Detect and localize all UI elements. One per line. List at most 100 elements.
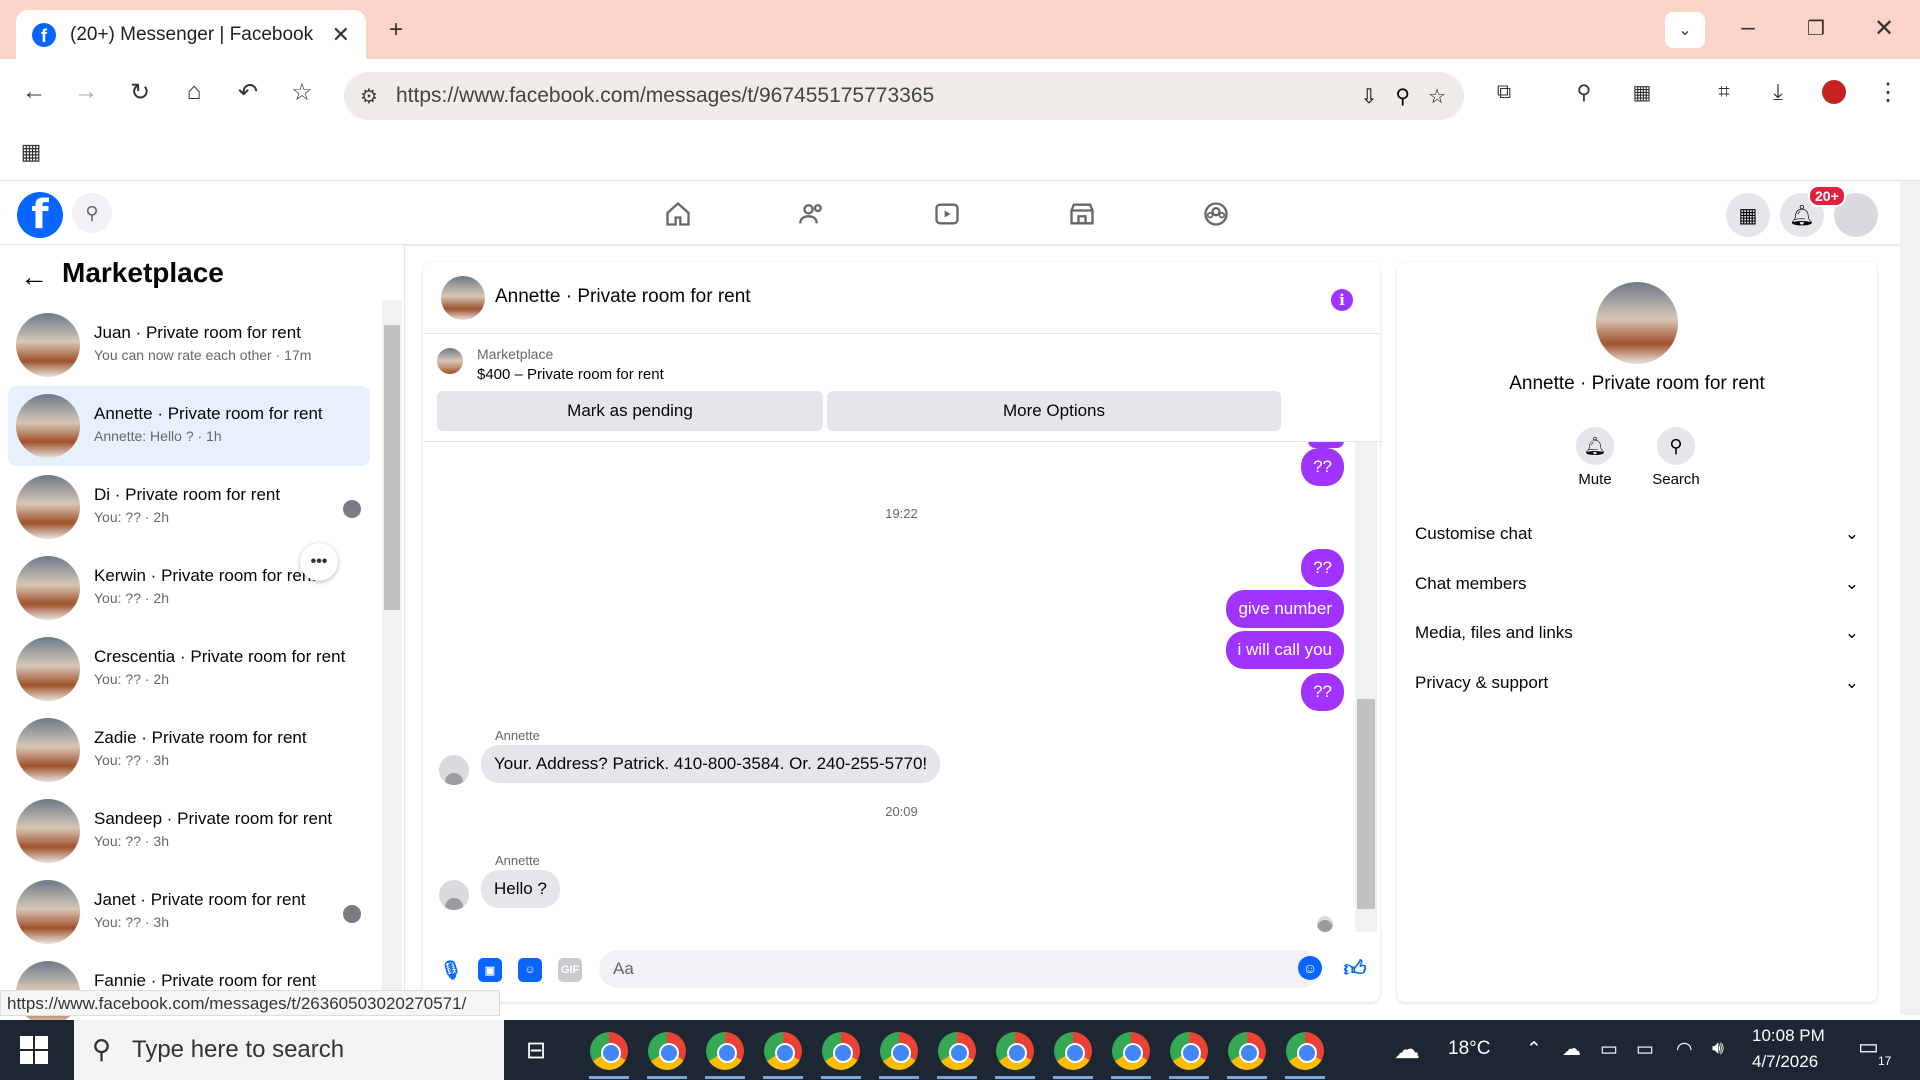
clock-date[interactable]: 4/7/2026 bbox=[1752, 1052, 1818, 1072]
emoji-icon[interactable]: ☺ bbox=[1298, 956, 1322, 980]
facebook-logo-icon[interactable]: f bbox=[17, 192, 63, 238]
back-arrow-icon[interactable]: ← bbox=[20, 261, 48, 293]
video-nav-icon[interactable] bbox=[932, 199, 962, 229]
search-icon[interactable]: ⚲ bbox=[1568, 76, 1600, 108]
meet-icon[interactable]: ▭ bbox=[1600, 1038, 1618, 1061]
chrome-taskbar-icon[interactable] bbox=[1054, 1032, 1092, 1070]
chrome-taskbar-icon[interactable] bbox=[764, 1032, 802, 1070]
gif-icon[interactable]: GIF bbox=[558, 958, 582, 982]
info-icon[interactable]: i bbox=[1331, 289, 1353, 311]
task-view-icon[interactable]: ⊟ bbox=[526, 1036, 546, 1065]
chrome-taskbar-icon[interactable] bbox=[706, 1032, 744, 1070]
chrome-taskbar-icon[interactable] bbox=[1286, 1032, 1324, 1070]
chat-members-row[interactable]: Chat members ⌄ bbox=[1415, 564, 1859, 604]
site-info-icon[interactable]: ⚙ bbox=[360, 84, 378, 109]
taskbar-search[interactable]: ⚲ Type here to search bbox=[74, 1020, 504, 1080]
chat-title[interactable]: Annette · Private room for rent bbox=[495, 286, 751, 308]
apps-grid-icon[interactable]: ▦ bbox=[16, 137, 46, 167]
message-bubble-incoming[interactable]: Your. Address? Patrick. 410-800-3584. Or… bbox=[481, 745, 941, 783]
message-input[interactable]: Aa bbox=[599, 950, 1321, 988]
profile-icon[interactable] bbox=[1818, 76, 1850, 108]
listing-title[interactable]: $400 – Private room for rent bbox=[477, 366, 664, 383]
bookmark-icon[interactable]: ☆ bbox=[1428, 84, 1446, 109]
photo-icon[interactable]: ▣ bbox=[478, 958, 502, 982]
conversation-item[interactable]: Sandeep · Private room for rent You: ?? ·… bbox=[8, 791, 370, 871]
search-button[interactable]: ⚲ Search bbox=[1636, 427, 1716, 488]
message-bubble-outgoing[interactable]: ?? bbox=[1301, 448, 1344, 486]
extensions-icon[interactable]: ⧉ bbox=[1488, 76, 1520, 108]
message-bubble-outgoing[interactable]: i will call you bbox=[1225, 631, 1344, 669]
sender-avatar[interactable] bbox=[439, 755, 469, 785]
chrome-taskbar-icon[interactable] bbox=[648, 1032, 686, 1070]
reload-icon[interactable]: ↻ bbox=[124, 76, 156, 108]
chrome-taskbar-icon[interactable] bbox=[1228, 1032, 1266, 1070]
listing-thumbnail[interactable] bbox=[437, 348, 463, 374]
chrome-taskbar-icon[interactable] bbox=[1112, 1032, 1150, 1070]
tab-search-icon[interactable]: ⌄ bbox=[1665, 12, 1705, 48]
microphone-icon[interactable]: 🎙︎ bbox=[439, 958, 463, 982]
conversation-item[interactable]: Janet · Private room for rent You: ?? · 3… bbox=[8, 872, 370, 952]
volume-icon[interactable]: 🔊︎ bbox=[1712, 1038, 1724, 1060]
new-tab-icon[interactable]: + bbox=[380, 14, 412, 46]
marketplace-nav-icon[interactable] bbox=[1067, 199, 1097, 229]
bookmark-star-icon[interactable]: ☆ bbox=[286, 76, 318, 108]
more-options-icon[interactable]: ••• bbox=[300, 543, 338, 581]
groups-nav-icon[interactable] bbox=[1201, 199, 1231, 229]
download-icon[interactable]: ⤓ bbox=[1762, 76, 1794, 108]
conversation-item[interactable]: Di · Private room for rent You: ?? · 2h bbox=[8, 467, 370, 547]
conversation-item[interactable]: Juan · Private room for rent You can now … bbox=[8, 305, 370, 385]
zoom-icon[interactable]: ⚲ bbox=[1395, 84, 1410, 109]
notification-center-icon[interactable]: ▭ bbox=[1858, 1034, 1879, 1060]
forward-icon[interactable]: → bbox=[70, 76, 102, 108]
search-icon[interactable]: ⚲ bbox=[72, 193, 112, 233]
install-app-icon[interactable]: ⇩ bbox=[1361, 84, 1378, 109]
sender-avatar[interactable] bbox=[439, 880, 469, 910]
privacy-support-row[interactable]: Privacy & support ⌄ bbox=[1415, 663, 1859, 703]
sticker-icon[interactable]: ☺ bbox=[518, 958, 542, 982]
conversation-item[interactable]: Annette · Private room for rent Annette: … bbox=[8, 386, 370, 466]
mute-button[interactable]: 🔔︎ Mute bbox=[1555, 427, 1635, 488]
conversation-item[interactable]: Zadie · Private room for rent You: ?? · 3… bbox=[8, 710, 370, 790]
undo-icon[interactable]: ↶ bbox=[232, 76, 264, 108]
crop-icon[interactable]: ⌗ bbox=[1708, 76, 1740, 108]
thread-scrollbar-thumb[interactable] bbox=[1357, 699, 1375, 909]
conversation-item[interactable]: Crescentia · Private room for rent You: ?… bbox=[8, 629, 370, 709]
show-hidden-icons[interactable]: ⌃ bbox=[1526, 1038, 1542, 1061]
chrome-taskbar-icon[interactable] bbox=[996, 1032, 1034, 1070]
home-icon[interactable]: ⌂ bbox=[178, 76, 210, 108]
battery-icon[interactable]: ▭ bbox=[1636, 1038, 1654, 1061]
onedrive-icon[interactable]: ☁ bbox=[1562, 1038, 1581, 1061]
minimize-icon[interactable]: – bbox=[1732, 10, 1764, 46]
qr-code-icon[interactable]: ▦ bbox=[1626, 76, 1658, 108]
menu-grid-icon[interactable]: ▦ bbox=[1726, 193, 1770, 237]
restore-icon[interactable]: ❐ bbox=[1800, 10, 1832, 46]
address-bar[interactable]: ⚙ https://www.facebook.com/messages/t/96… bbox=[344, 72, 1464, 120]
wifi-icon[interactable]: ◠ bbox=[1676, 1038, 1693, 1061]
chrome-taskbar-icon[interactable] bbox=[1170, 1032, 1208, 1070]
list-scrollbar-thumb[interactable] bbox=[384, 325, 400, 610]
message-bubble-outgoing[interactable]: ?? bbox=[1301, 673, 1344, 711]
chrome-taskbar-icon[interactable] bbox=[822, 1032, 860, 1070]
weather-icon[interactable]: ☁ bbox=[1394, 1034, 1420, 1065]
customise-chat-row[interactable]: Customise chat ⌄ bbox=[1415, 514, 1859, 554]
browser-tab[interactable]: f (20+) Messenger | Facebook ✕ bbox=[16, 10, 366, 59]
profile-avatar[interactable] bbox=[1596, 282, 1678, 364]
more-options-button[interactable]: More Options bbox=[827, 391, 1281, 431]
close-window-icon[interactable]: ✕ bbox=[1868, 10, 1900, 46]
media-files-links-row[interactable]: Media, files and links ⌄ bbox=[1415, 613, 1859, 653]
message-bubble-outgoing[interactable]: give number bbox=[1226, 590, 1344, 628]
thumbs-up-icon[interactable]: 👍︎ bbox=[1343, 956, 1367, 981]
chat-avatar[interactable] bbox=[441, 276, 485, 320]
close-tab-icon[interactable]: ✕ bbox=[332, 22, 350, 48]
page-scrollbar[interactable] bbox=[1900, 181, 1920, 1015]
friends-nav-icon[interactable] bbox=[797, 199, 827, 229]
menu-icon[interactable]: ⋮ bbox=[1872, 76, 1904, 108]
home-nav-icon[interactable] bbox=[663, 199, 693, 229]
windows-start-icon[interactable] bbox=[20, 1036, 48, 1064]
temperature[interactable]: 18°C bbox=[1448, 1038, 1490, 1060]
chrome-taskbar-icon[interactable] bbox=[880, 1032, 918, 1070]
back-icon[interactable]: ← bbox=[18, 76, 50, 108]
chrome-taskbar-icon[interactable] bbox=[938, 1032, 976, 1070]
chrome-taskbar-icon[interactable] bbox=[590, 1032, 628, 1070]
message-bubble-outgoing[interactable]: ?? bbox=[1301, 549, 1344, 587]
